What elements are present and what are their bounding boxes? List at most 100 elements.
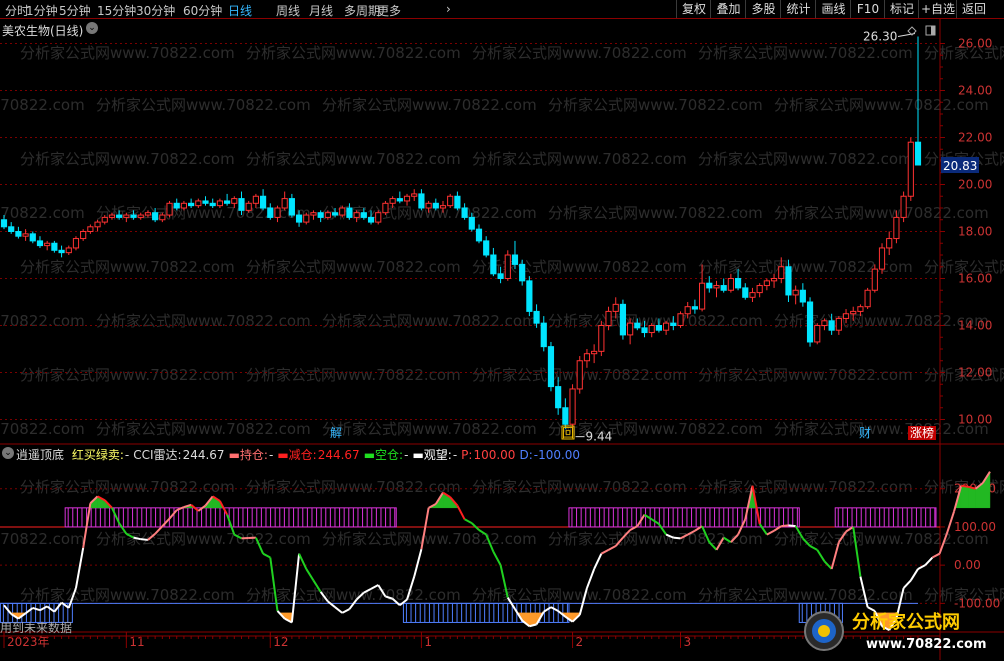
- legend-label: 减仓:: [288, 448, 317, 462]
- candle: [375, 210, 382, 225]
- candle: [598, 320, 605, 357]
- candle-body: [763, 280, 770, 287]
- event-marker[interactable]: 涨榜: [910, 425, 934, 440]
- cci-segment: [298, 553, 308, 570]
- candle-body: [454, 195, 461, 209]
- candle-body: [547, 346, 555, 388]
- legend-value: 244.67: [317, 448, 360, 462]
- legend-label: 持仓:: [239, 448, 268, 462]
- candle-body: [173, 202, 180, 209]
- x-tick-label: 2023年: [7, 635, 50, 649]
- event-marker[interactable]: 回: [562, 426, 574, 440]
- candle-body: [238, 198, 245, 211]
- watermark-text: 分析家公式网www.70822.com: [0, 204, 85, 222]
- logo-url: www.70822.com: [866, 637, 987, 652]
- candle-body: [94, 221, 101, 228]
- legend-label: P:: [461, 448, 473, 462]
- cci-segment: [816, 549, 826, 562]
- candle-body: [36, 240, 44, 247]
- candle: [742, 283, 749, 300]
- candle-body: [713, 285, 720, 289]
- top-fill: [960, 485, 969, 509]
- candle-body: [461, 207, 468, 218]
- candle-body: [418, 193, 425, 209]
- legend-swatch-icon: ▬: [363, 448, 376, 462]
- legend-value: -: [404, 448, 409, 462]
- window-shape: [931, 26, 935, 35]
- candle: [87, 224, 94, 234]
- candle-body: [188, 202, 195, 207]
- watermark-text: 分析家公式网www.70822.com: [20, 44, 235, 62]
- event-marker[interactable]: 解: [330, 426, 342, 440]
- watermark-text: 分析家公式网www.70822.com: [698, 366, 913, 384]
- watermark-text: 分析家公式网www.70822.com: [20, 150, 235, 168]
- candle: [15, 226, 22, 239]
- candle-body: [684, 306, 691, 315]
- candle-body: [497, 273, 504, 279]
- candle-body: [619, 303, 627, 336]
- candle-body: [569, 388, 576, 425]
- candle-body: [65, 247, 72, 254]
- candle: [65, 245, 72, 255]
- signal-band: [568, 507, 800, 528]
- candle: [281, 191, 288, 211]
- cci-segment: [46, 605, 55, 613]
- watermark-text: 分析家公式网www.70822.com: [20, 586, 235, 604]
- candle-body: [734, 278, 742, 289]
- price-tick-label: 18.00: [958, 225, 992, 239]
- cci-segment: [39, 605, 48, 612]
- watermark-text: 分析家公式网www.70822.com: [96, 312, 311, 330]
- candle-body: [137, 214, 144, 218]
- candle: [756, 283, 763, 298]
- cci-segment: [593, 553, 603, 570]
- high-price-label: 26.30: [863, 29, 897, 43]
- candle: [907, 137, 914, 201]
- indicator-tick-label: 0.00: [954, 558, 981, 572]
- candle-body: [893, 216, 900, 240]
- watermark-text: 分析家公式网www.70822.com: [322, 312, 537, 330]
- candle-body: [655, 325, 663, 331]
- watermark-text: 分析家公式网www.70822.com: [0, 312, 85, 330]
- x-tick-label: 11: [129, 635, 144, 649]
- chevron-down-icon[interactable]: ⌄: [86, 22, 98, 34]
- watermark-text: 分析家公式网www.70822.com: [548, 420, 763, 438]
- candle: [900, 191, 907, 223]
- candle: [8, 222, 15, 234]
- watermark-text: 分析家公式网www.70822.com: [96, 530, 311, 548]
- event-marker[interactable]: 财: [859, 426, 871, 440]
- candle-body: [425, 202, 432, 209]
- candle: [511, 240, 519, 270]
- indicator-name[interactable]: 逍遥顶底: [16, 448, 64, 462]
- candle: [562, 398, 569, 429]
- candle-body: [756, 285, 763, 294]
- window-icon[interactable]: [925, 25, 936, 36]
- chevron-down-icon[interactable]: ⌄: [2, 447, 14, 459]
- stock-title[interactable]: 美农生物(日线): [2, 22, 83, 39]
- price-tick-label: 24.00: [958, 84, 992, 98]
- watermark-text: 分析家公式网www.70822.com: [246, 478, 461, 496]
- candle-body: [821, 320, 828, 326]
- future-data-note: 用到未来数据: [0, 621, 73, 635]
- cci-segment: [161, 517, 171, 527]
- candle-body: [209, 202, 216, 207]
- watermark-text: 分析家公式网www.70822.com: [698, 150, 913, 168]
- candle-body: [591, 350, 598, 355]
- candle: [713, 280, 720, 298]
- candle: [22, 229, 29, 241]
- legend-swatch-icon: ▬: [412, 448, 424, 462]
- candle: [878, 243, 886, 274]
- cci-segment: [111, 507, 121, 524]
- cci-segment: [781, 524, 789, 528]
- candle: [619, 299, 627, 340]
- legend-label: D:: [519, 448, 533, 462]
- candle-body: [288, 198, 295, 216]
- candle-body: [339, 207, 346, 216]
- cci-segment: [766, 529, 775, 536]
- top-fill: [968, 486, 976, 509]
- candle-body: [382, 202, 389, 214]
- current-price-label: 20.83: [943, 159, 977, 173]
- candle-body: [295, 214, 303, 223]
- candle: [835, 316, 842, 335]
- candle-body: [490, 254, 497, 275]
- candle-body: [886, 238, 893, 249]
